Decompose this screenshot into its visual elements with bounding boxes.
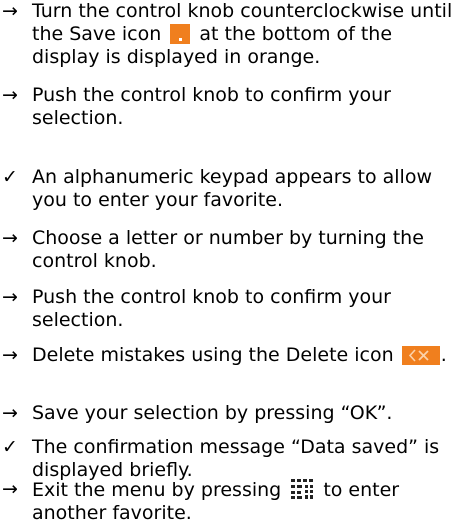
arrow-marker: → xyxy=(2,0,18,22)
instruction-text: The confirmation message “Data saved” is… xyxy=(32,436,440,481)
check-marker: ✓ xyxy=(2,166,18,188)
instruction-text-part: . xyxy=(440,344,447,366)
instruction-result-keypad: ✓ An alphanumeric keypad appears to allo… xyxy=(0,166,465,212)
instruction-text-part: Delete mistakes using the Delete icon xyxy=(32,344,400,366)
instruction-document: → Turn the control knob counterclockwise… xyxy=(0,0,465,524)
instruction-step-save: → Save your selection by pressing “OK”. xyxy=(0,402,465,425)
arrow-marker: → xyxy=(2,286,18,308)
instruction-text: Push the control knob to confirm your se… xyxy=(32,84,391,129)
instruction-result-confirmation: ✓ The confirmation message “Data saved” … xyxy=(0,436,465,482)
instruction-text: Choose a letter or number by turning the… xyxy=(32,227,424,272)
instruction-text: Turn the control knob counterclockwise u… xyxy=(32,0,460,69)
arrow-marker: → xyxy=(2,344,18,366)
arrow-marker: → xyxy=(2,227,18,249)
arrow-marker: → xyxy=(2,402,18,424)
save-icon xyxy=(170,24,191,44)
instruction-step-push-knob: → Push the control knob to confirm your … xyxy=(0,84,465,130)
instruction-text: Save your selection by pressing “OK”. xyxy=(32,402,393,424)
instruction-text: An alphanumeric keypad appears to allow … xyxy=(32,166,432,211)
check-marker: ✓ xyxy=(2,436,18,458)
instruction-step-exit-menu: → Exit the menu by pressing to enter ano… xyxy=(0,478,465,525)
instruction-text-part: Exit the menu by pressing xyxy=(32,479,288,501)
instruction-text: Delete mistakes using the Delete icon . xyxy=(32,344,460,367)
instruction-step-delete: → Delete mistakes using the Delete icon … xyxy=(0,344,465,367)
arrow-marker: → xyxy=(2,84,18,106)
instruction-text: Push the control knob to confirm your se… xyxy=(32,286,391,331)
instruction-step-turn-knob: → Turn the control knob counterclockwise… xyxy=(0,0,465,69)
menu-icon xyxy=(290,478,314,500)
instruction-step-confirm: → Push the control knob to confirm your … xyxy=(0,286,465,332)
instruction-step-choose-letter: → Choose a letter or number by turning t… xyxy=(0,227,465,273)
arrow-marker: → xyxy=(2,478,18,500)
delete-icon xyxy=(401,346,440,365)
instruction-text: Exit the menu by pressing to enter anoth… xyxy=(32,478,460,525)
